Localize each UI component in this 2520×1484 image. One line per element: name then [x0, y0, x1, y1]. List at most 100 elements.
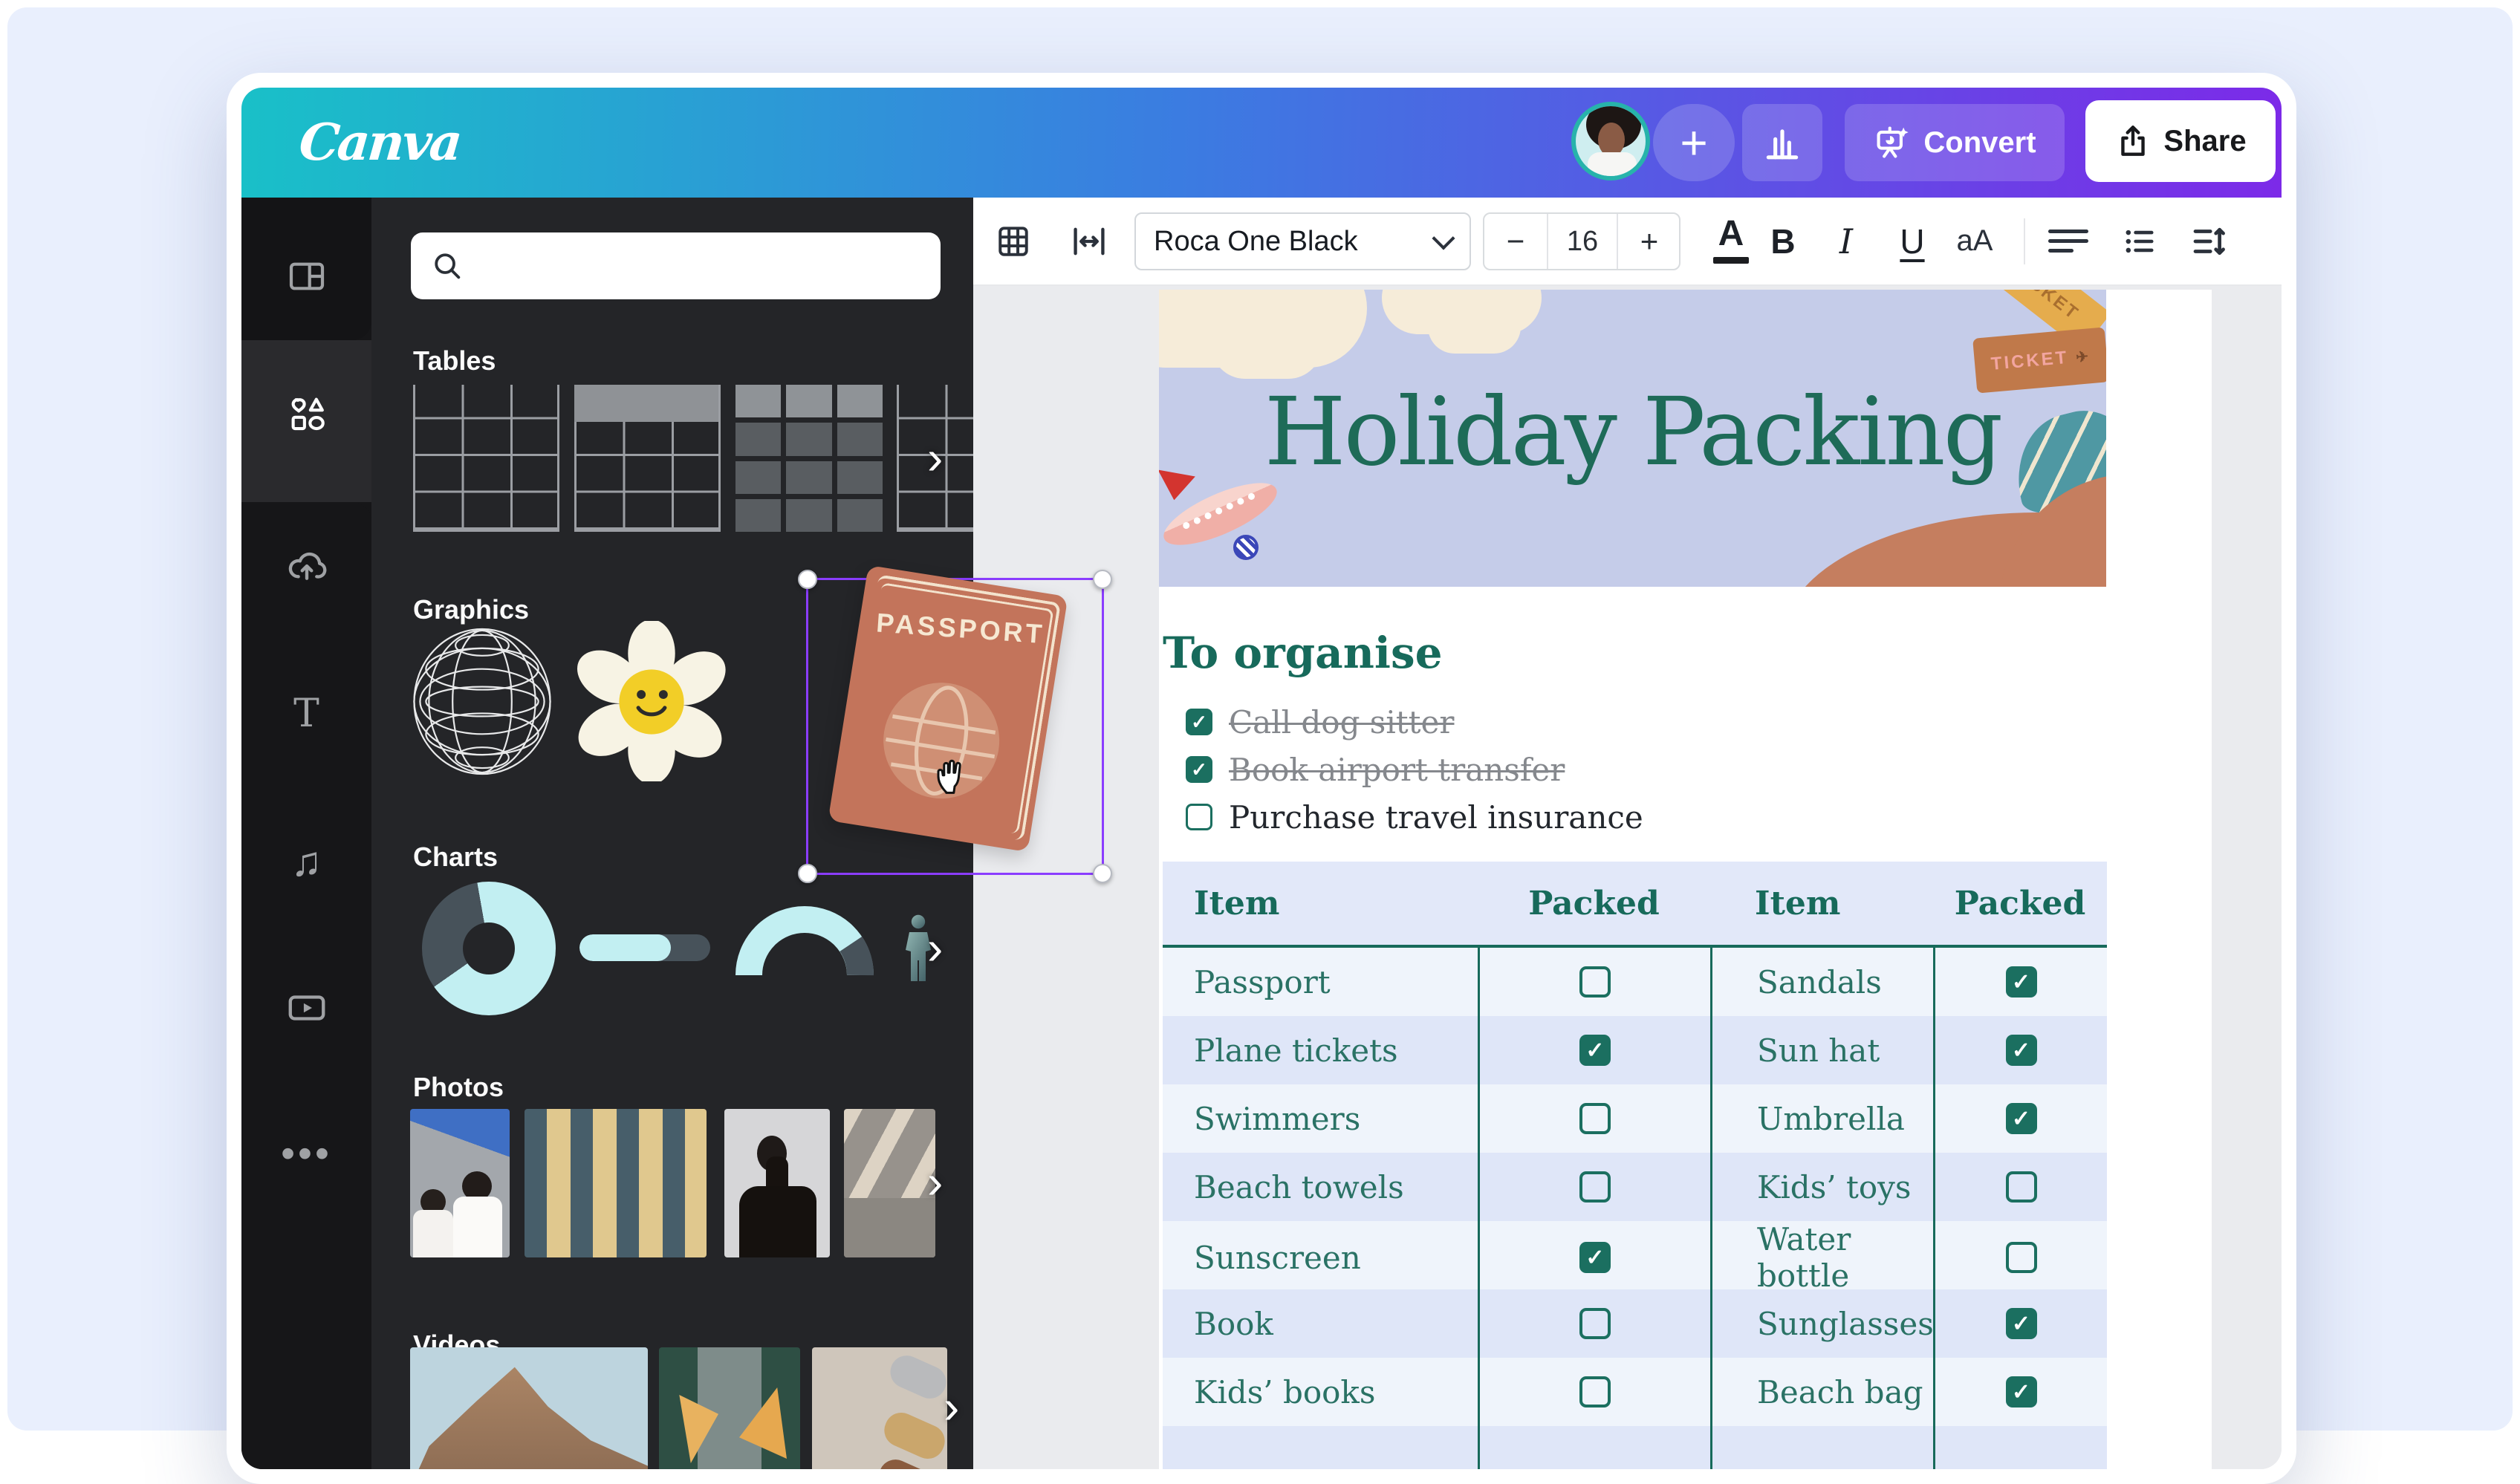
charts-scroll-chevron-icon[interactable]: › — [927, 933, 943, 963]
selection-handle[interactable] — [798, 570, 817, 589]
document-hero-image[interactable]: TICKET TICKET ✈ Holiday Packing — [1159, 290, 2106, 587]
donut-chart-element[interactable] — [422, 882, 556, 1015]
packed-checkbox-unchecked[interactable] — [1579, 1103, 1611, 1134]
video-thumb-mountain[interactable] — [410, 1347, 648, 1469]
table-item-cell[interactable]: Umbrella — [1710, 1084, 1933, 1153]
table-cell-item[interactable]: Kids’ books — [1194, 1374, 1375, 1410]
packed-checkbox-unchecked[interactable] — [1579, 1376, 1611, 1407]
table-cell-item[interactable]: Sandals — [1757, 964, 1882, 1000]
table-item-cell[interactable]: Book — [1163, 1289, 1478, 1358]
sidebar-item-more[interactable]: ••• — [241, 1080, 371, 1227]
table-options-button[interactable] — [994, 198, 1033, 284]
table-item-cell[interactable]: Kids’ books — [1163, 1358, 1478, 1426]
table-item-cell[interactable]: Sandals — [1710, 948, 1933, 1016]
packed-checkbox-checked[interactable] — [2006, 1035, 2037, 1066]
packed-checkbox-unchecked[interactable] — [1579, 1171, 1611, 1203]
todo-checkbox-unchecked[interactable] — [1186, 804, 1212, 830]
table-cell-item[interactable]: Book — [1194, 1306, 1273, 1342]
graphic-daisy-flower[interactable] — [571, 621, 733, 781]
videos-scroll-chevron-icon[interactable]: › — [944, 1392, 959, 1422]
table-item-cell[interactable]: Sun hat — [1710, 1016, 1933, 1084]
add-member-button[interactable]: + — [1653, 104, 1735, 181]
font-family-select[interactable]: Roca One Black — [1134, 212, 1471, 270]
photo-thumb-portrait[interactable] — [724, 1109, 830, 1257]
text-color-button[interactable]: A — [1712, 212, 1750, 270]
document-title[interactable]: Holiday Packing — [1159, 377, 2106, 486]
search-input[interactable] — [411, 232, 941, 299]
packed-checkbox-checked[interactable] — [1579, 1242, 1611, 1273]
share-button[interactable]: Share — [2085, 100, 2276, 182]
sidebar-item-videos[interactable] — [241, 934, 371, 1081]
table-template-thumb[interactable] — [735, 385, 883, 532]
gauge-chart-element[interactable] — [735, 906, 874, 977]
canva-logo[interactable]: Canva — [295, 88, 465, 198]
insights-button[interactable] — [1742, 104, 1822, 181]
table-template-thumb[interactable] — [574, 385, 721, 532]
font-size-decrease-button[interactable]: − — [1484, 214, 1547, 269]
packed-checkbox-checked[interactable] — [1579, 1035, 1611, 1066]
convert-button[interactable]: Convert — [1845, 104, 2065, 181]
video-thumb-pizza[interactable] — [659, 1347, 800, 1469]
sidebar-item-elements[interactable] — [241, 340, 371, 487]
table-cell-item[interactable]: Beach bag — [1757, 1374, 1923, 1410]
font-size-value[interactable]: 16 — [1547, 214, 1618, 269]
table-item-cell[interactable]: Sunscreen — [1163, 1221, 1478, 1294]
todo-checkbox-checked[interactable] — [1186, 709, 1212, 735]
selection-handle[interactable] — [1093, 570, 1112, 589]
sidebar-item-design[interactable] — [241, 203, 371, 350]
todo-label[interactable]: Purchase travel insurance — [1229, 799, 1643, 836]
table-item-cell[interactable]: Sunglasses — [1710, 1289, 1933, 1358]
table-cell-item[interactable]: Kids’ toys — [1757, 1169, 1911, 1205]
table-item-cell[interactable]: Water bottle — [1710, 1221, 1933, 1294]
column-width-button[interactable] — [1068, 198, 1110, 284]
text-case-button[interactable]: aA — [1951, 198, 1998, 284]
table-item-cell[interactable]: Passport — [1163, 948, 1478, 1016]
table-cell-item[interactable]: Umbrella — [1757, 1101, 1905, 1137]
tables-scroll-chevron-icon[interactable]: › — [927, 443, 943, 472]
sidebar-item-text[interactable]: T — [241, 640, 371, 787]
organise-heading[interactable]: To organise — [1163, 628, 1443, 678]
table-cell-item[interactable]: Sunscreen — [1194, 1240, 1361, 1276]
packing-table[interactable]: ItemPackedItemPacked PassportSandalsPlan… — [1163, 862, 2107, 1469]
packed-checkbox-checked[interactable] — [2006, 1308, 2037, 1339]
selection-handle[interactable] — [1093, 864, 1112, 883]
photos-scroll-chevron-icon[interactable]: › — [927, 1167, 943, 1197]
progress-bar-element[interactable] — [579, 934, 710, 961]
packed-checkbox-unchecked[interactable] — [1579, 1308, 1611, 1339]
bold-button[interactable]: B — [1764, 198, 1802, 284]
todo-checkbox-checked[interactable] — [1186, 756, 1212, 783]
packed-checkbox-unchecked[interactable] — [2006, 1242, 2037, 1273]
selection-handle[interactable] — [798, 864, 817, 883]
photo-thumb-people[interactable] — [410, 1109, 510, 1257]
sidebar-item-uploads[interactable] — [241, 493, 371, 640]
packed-checkbox-unchecked[interactable] — [1579, 966, 1611, 998]
table-item-cell[interactable]: Plane tickets — [1163, 1016, 1478, 1084]
sidebar-item-audio[interactable]: ♫ — [241, 787, 371, 934]
table-item-cell[interactable]: Beach bag — [1710, 1358, 1933, 1426]
bullet-list-button[interactable] — [2119, 198, 2160, 284]
table-cell-item[interactable]: Water bottle — [1757, 1221, 1933, 1294]
table-item-cell[interactable]: Swimmers — [1163, 1084, 1478, 1153]
line-spacing-button[interactable] — [2186, 198, 2231, 284]
photo-thumb-crosswalk[interactable] — [844, 1109, 935, 1257]
avatar[interactable] — [1571, 102, 1650, 180]
passport-graphic-dragged[interactable]: PASSPORT — [828, 565, 1068, 852]
table-cell-item[interactable]: Plane tickets — [1194, 1032, 1398, 1069]
packed-checkbox-checked[interactable] — [2006, 1376, 2037, 1407]
table-item-cell[interactable]: Beach towels — [1163, 1153, 1478, 1221]
video-thumb-sunglasses[interactable] — [812, 1347, 947, 1469]
packed-checkbox-checked[interactable] — [2006, 1103, 2037, 1134]
editor-canvas[interactable]: TICKET TICKET ✈ Holiday Packing To organ… — [973, 286, 2282, 1469]
document-page[interactable]: TICKET TICKET ✈ Holiday Packing To organ… — [1159, 290, 2212, 1469]
todo-label[interactable]: Call dog sitter — [1229, 704, 1454, 741]
table-cell-item[interactable]: Passport — [1194, 964, 1331, 1000]
font-size-increase-button[interactable]: + — [1618, 214, 1680, 269]
italic-button[interactable]: I — [1827, 198, 1865, 284]
packed-checkbox-checked[interactable] — [2006, 966, 2037, 998]
todo-label[interactable]: Book airport transfer — [1229, 752, 1565, 788]
table-cell-item[interactable]: Beach towels — [1194, 1169, 1404, 1205]
table-cell-item[interactable]: Swimmers — [1194, 1101, 1360, 1137]
table-cell-item[interactable]: Sun hat — [1757, 1032, 1880, 1069]
underline-button[interactable]: U — [1893, 198, 1932, 284]
packed-checkbox-unchecked[interactable] — [2006, 1171, 2037, 1203]
